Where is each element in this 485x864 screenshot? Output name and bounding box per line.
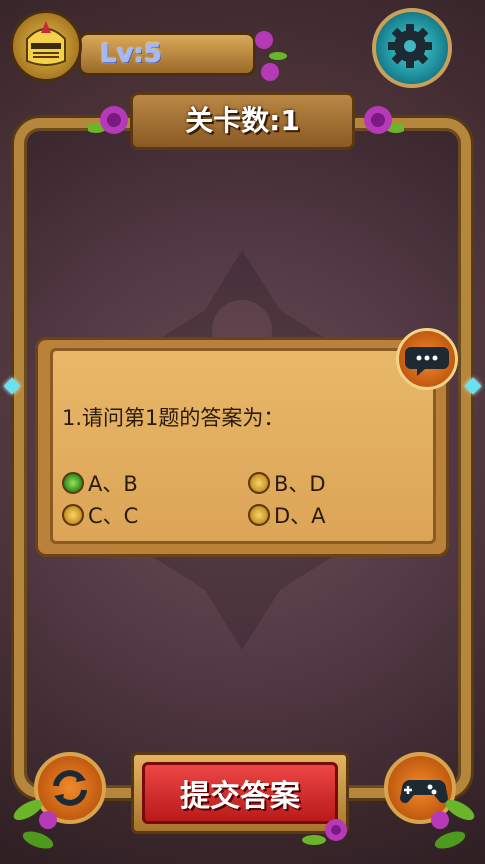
radio-selected-icon[interactable] bbox=[62, 472, 84, 494]
chat-bubble-icon bbox=[405, 347, 449, 376]
rose-decoration bbox=[364, 106, 404, 134]
option-label: D、A bbox=[274, 504, 326, 528]
level-title: 关卡数:1 bbox=[185, 104, 300, 137]
player-level-label: Lv:5 bbox=[100, 39, 163, 69]
leaf-decoration bbox=[13, 799, 57, 849]
radio-icon[interactable] bbox=[248, 504, 270, 526]
rose-decoration bbox=[302, 819, 347, 845]
gear-icon bbox=[388, 24, 432, 68]
hint-button[interactable] bbox=[396, 328, 458, 390]
leaf-decoration bbox=[431, 799, 475, 849]
knight-helmet-icon bbox=[26, 21, 66, 66]
radio-icon[interactable] bbox=[248, 472, 270, 494]
rose-decoration bbox=[255, 31, 287, 81]
rose-decoration bbox=[88, 106, 128, 134]
option-label: C、C bbox=[88, 504, 139, 528]
player-avatar[interactable] bbox=[10, 10, 82, 82]
option-label: A、B bbox=[88, 472, 138, 496]
settings-button[interactable] bbox=[372, 8, 452, 88]
question-text: 1.请问第1题的答案为： bbox=[62, 406, 285, 430]
option-label: B、D bbox=[274, 472, 326, 496]
radio-icon[interactable] bbox=[62, 504, 84, 526]
